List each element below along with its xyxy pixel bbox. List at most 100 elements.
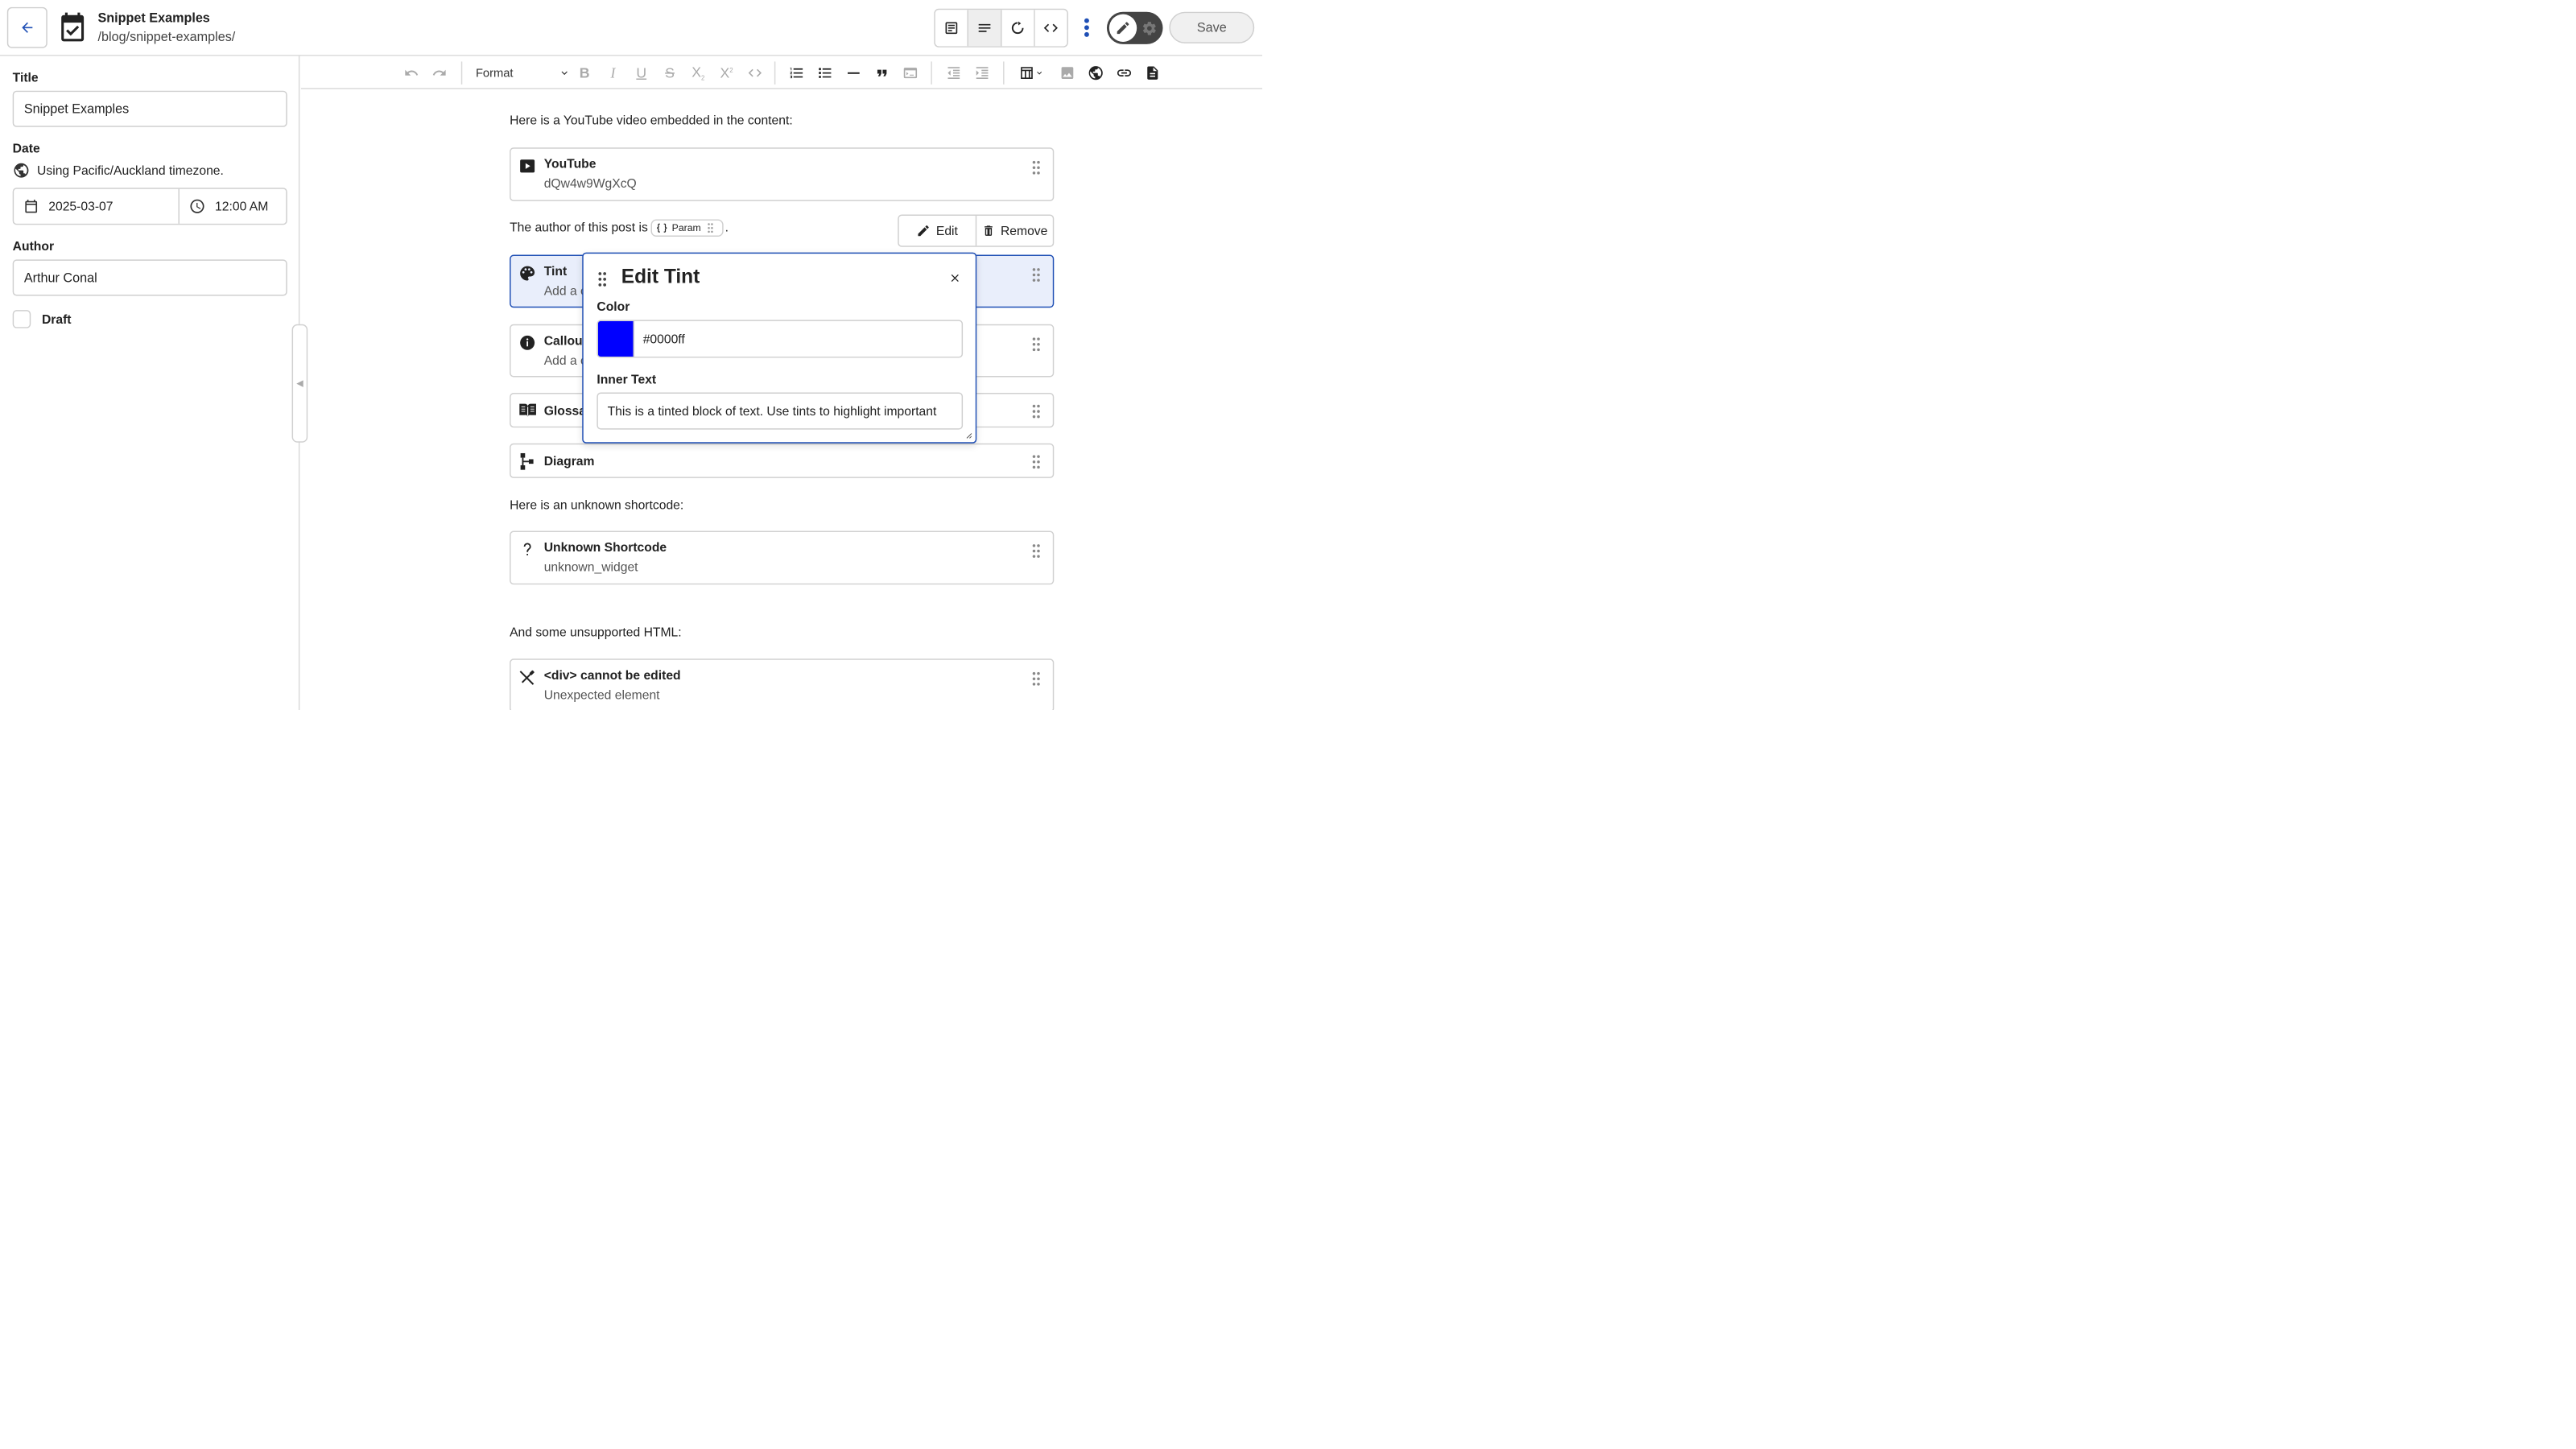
block-title: Diagram [543,453,595,469]
edit-label: Edit [935,223,958,238]
back-button[interactable] [6,6,47,48]
document-icon [1147,66,1158,80]
link-button[interactable] [1114,63,1134,83]
paragraph-unknown: Here is an unknown shortcode: [510,497,684,513]
bullet-list-button[interactable] [815,63,836,83]
drag-handle-icon[interactable] [1031,671,1041,686]
youtube-block[interactable]: YouTube dQw4w9WgXcQ [510,147,1055,201]
unknown-shortcode-block[interactable]: Unknown Shortcode unknown_widget [510,530,1055,585]
undo-icon [405,69,419,76]
drag-handle-icon[interactable] [1031,160,1041,175]
drag-handle-icon[interactable] [1031,455,1041,469]
sidebar-resize-handle[interactable]: ◀ [291,324,308,443]
editor-toolbar: Format B I U S X2 X2 [300,56,1262,89]
indent-icon [976,67,989,79]
calendar-icon [25,200,38,213]
italic-icon: I [610,64,616,81]
edit-button[interactable]: Edit [899,216,976,246]
info-icon [520,335,535,350]
color-swatch[interactable] [597,320,634,357]
title-input[interactable]: Snippet Examples [12,90,287,127]
draft-row[interactable]: Draft [12,310,72,328]
param-chip[interactable]: Param [650,219,724,237]
resize-grip-icon[interactable] [963,430,972,440]
play-icon [520,159,535,173]
author-input[interactable]: Arthur Conal [12,259,287,296]
preview-view-button[interactable] [1001,10,1035,47]
param-label: Param [671,222,701,233]
draft-checkbox[interactable] [12,310,31,328]
color-field: #0000ff [597,320,964,358]
bullet-list-icon [819,68,832,79]
time-input[interactable]: 12:00 AM [180,189,286,224]
superscript-icon: X2 [720,64,733,81]
document-path: /blog/snippet-examples/ [97,29,236,44]
unsupported-html-block[interactable]: <div> cannot be edited Unexpected elemen… [510,658,1055,710]
edit-settings-toggle[interactable] [1106,11,1163,44]
drag-handle-icon[interactable] [1031,544,1041,559]
table-button[interactable] [1016,63,1047,83]
drag-handle-icon[interactable] [1031,268,1041,283]
save-button[interactable]: Save [1169,11,1255,43]
document-title: Snippet Examples [97,10,210,25]
date-input[interactable]: 2025-03-07 [14,188,180,224]
code-block-button[interactable] [901,63,921,83]
numbered-list-icon [790,68,803,79]
insert-snippet-button[interactable] [1143,63,1163,83]
subscript-icon: X2 [691,64,705,82]
subscript-button[interactable]: X2 [688,63,708,83]
quote-icon [877,69,887,76]
tools-crossed-icon [519,670,535,685]
numbered-list-button[interactable] [787,63,807,83]
inner-text-input[interactable]: This is a tinted block of text. Use tint… [597,392,964,430]
underline-button[interactable]: U [631,63,651,83]
drag-handle-icon[interactable] [1031,337,1041,352]
block-title: Unknown Shortcode [543,539,667,555]
metadata-view-button[interactable] [935,10,969,47]
block-subtitle: Unexpected element [543,687,660,702]
edit-tint-popover: Edit Tint Color #0000ff Inner Text This … [582,252,977,444]
strikethrough-icon: S [665,64,675,81]
color-input[interactable]: #0000ff [634,321,685,357]
code-icon [1043,23,1059,32]
inner-text-label: Inner Text [597,372,657,386]
undo-button[interactable] [402,63,422,83]
indent-button[interactable] [972,63,993,83]
bold-button[interactable]: B [575,63,595,83]
chevron-down-icon [1037,71,1042,75]
outdent-button[interactable] [944,63,964,83]
author-suffix: . [724,220,729,234]
toolbar-separator [460,61,463,85]
drag-handle-icon[interactable] [1031,404,1041,419]
date-label: Date [12,141,40,156]
inline-code-button[interactable] [745,63,766,83]
palette-icon [520,266,535,281]
paragraph-youtube: Here is a YouTube video embedded in the … [510,113,793,127]
timezone-note: Using Pacific/Auckland timezone. [13,162,224,180]
blockquote-button[interactable] [872,63,892,83]
horizontal-rule-button[interactable] [844,63,864,83]
globe-clock-icon [14,163,29,178]
close-icon[interactable] [948,272,961,285]
source-view-button[interactable] [1034,10,1067,47]
italic-button[interactable]: I [603,63,623,83]
remove-button[interactable]: Remove [976,216,1053,246]
superscript-button[interactable]: X2 [716,63,737,83]
outdent-icon [947,67,960,79]
block-subtitle: Add a c [543,283,587,298]
format-select[interactable]: Format [476,64,571,82]
redo-button[interactable] [430,63,450,83]
trash-icon [984,225,993,236]
image-button[interactable] [1058,63,1078,83]
title-label: Title [12,70,39,85]
format-label: Format [475,66,514,80]
embed-button[interactable] [1086,63,1106,83]
strikethrough-button[interactable]: S [660,63,680,83]
calendar-check-icon [61,12,85,42]
diagram-block[interactable]: Diagram [510,443,1055,478]
top-bar: Snippet Examples /blog/snippet-examples/ [0,0,1262,56]
drag-handle-icon[interactable] [597,272,607,287]
editor-view-button[interactable] [968,10,1002,47]
chevron-down-icon [561,71,568,76]
more-vertical-icon[interactable] [1081,16,1093,39]
